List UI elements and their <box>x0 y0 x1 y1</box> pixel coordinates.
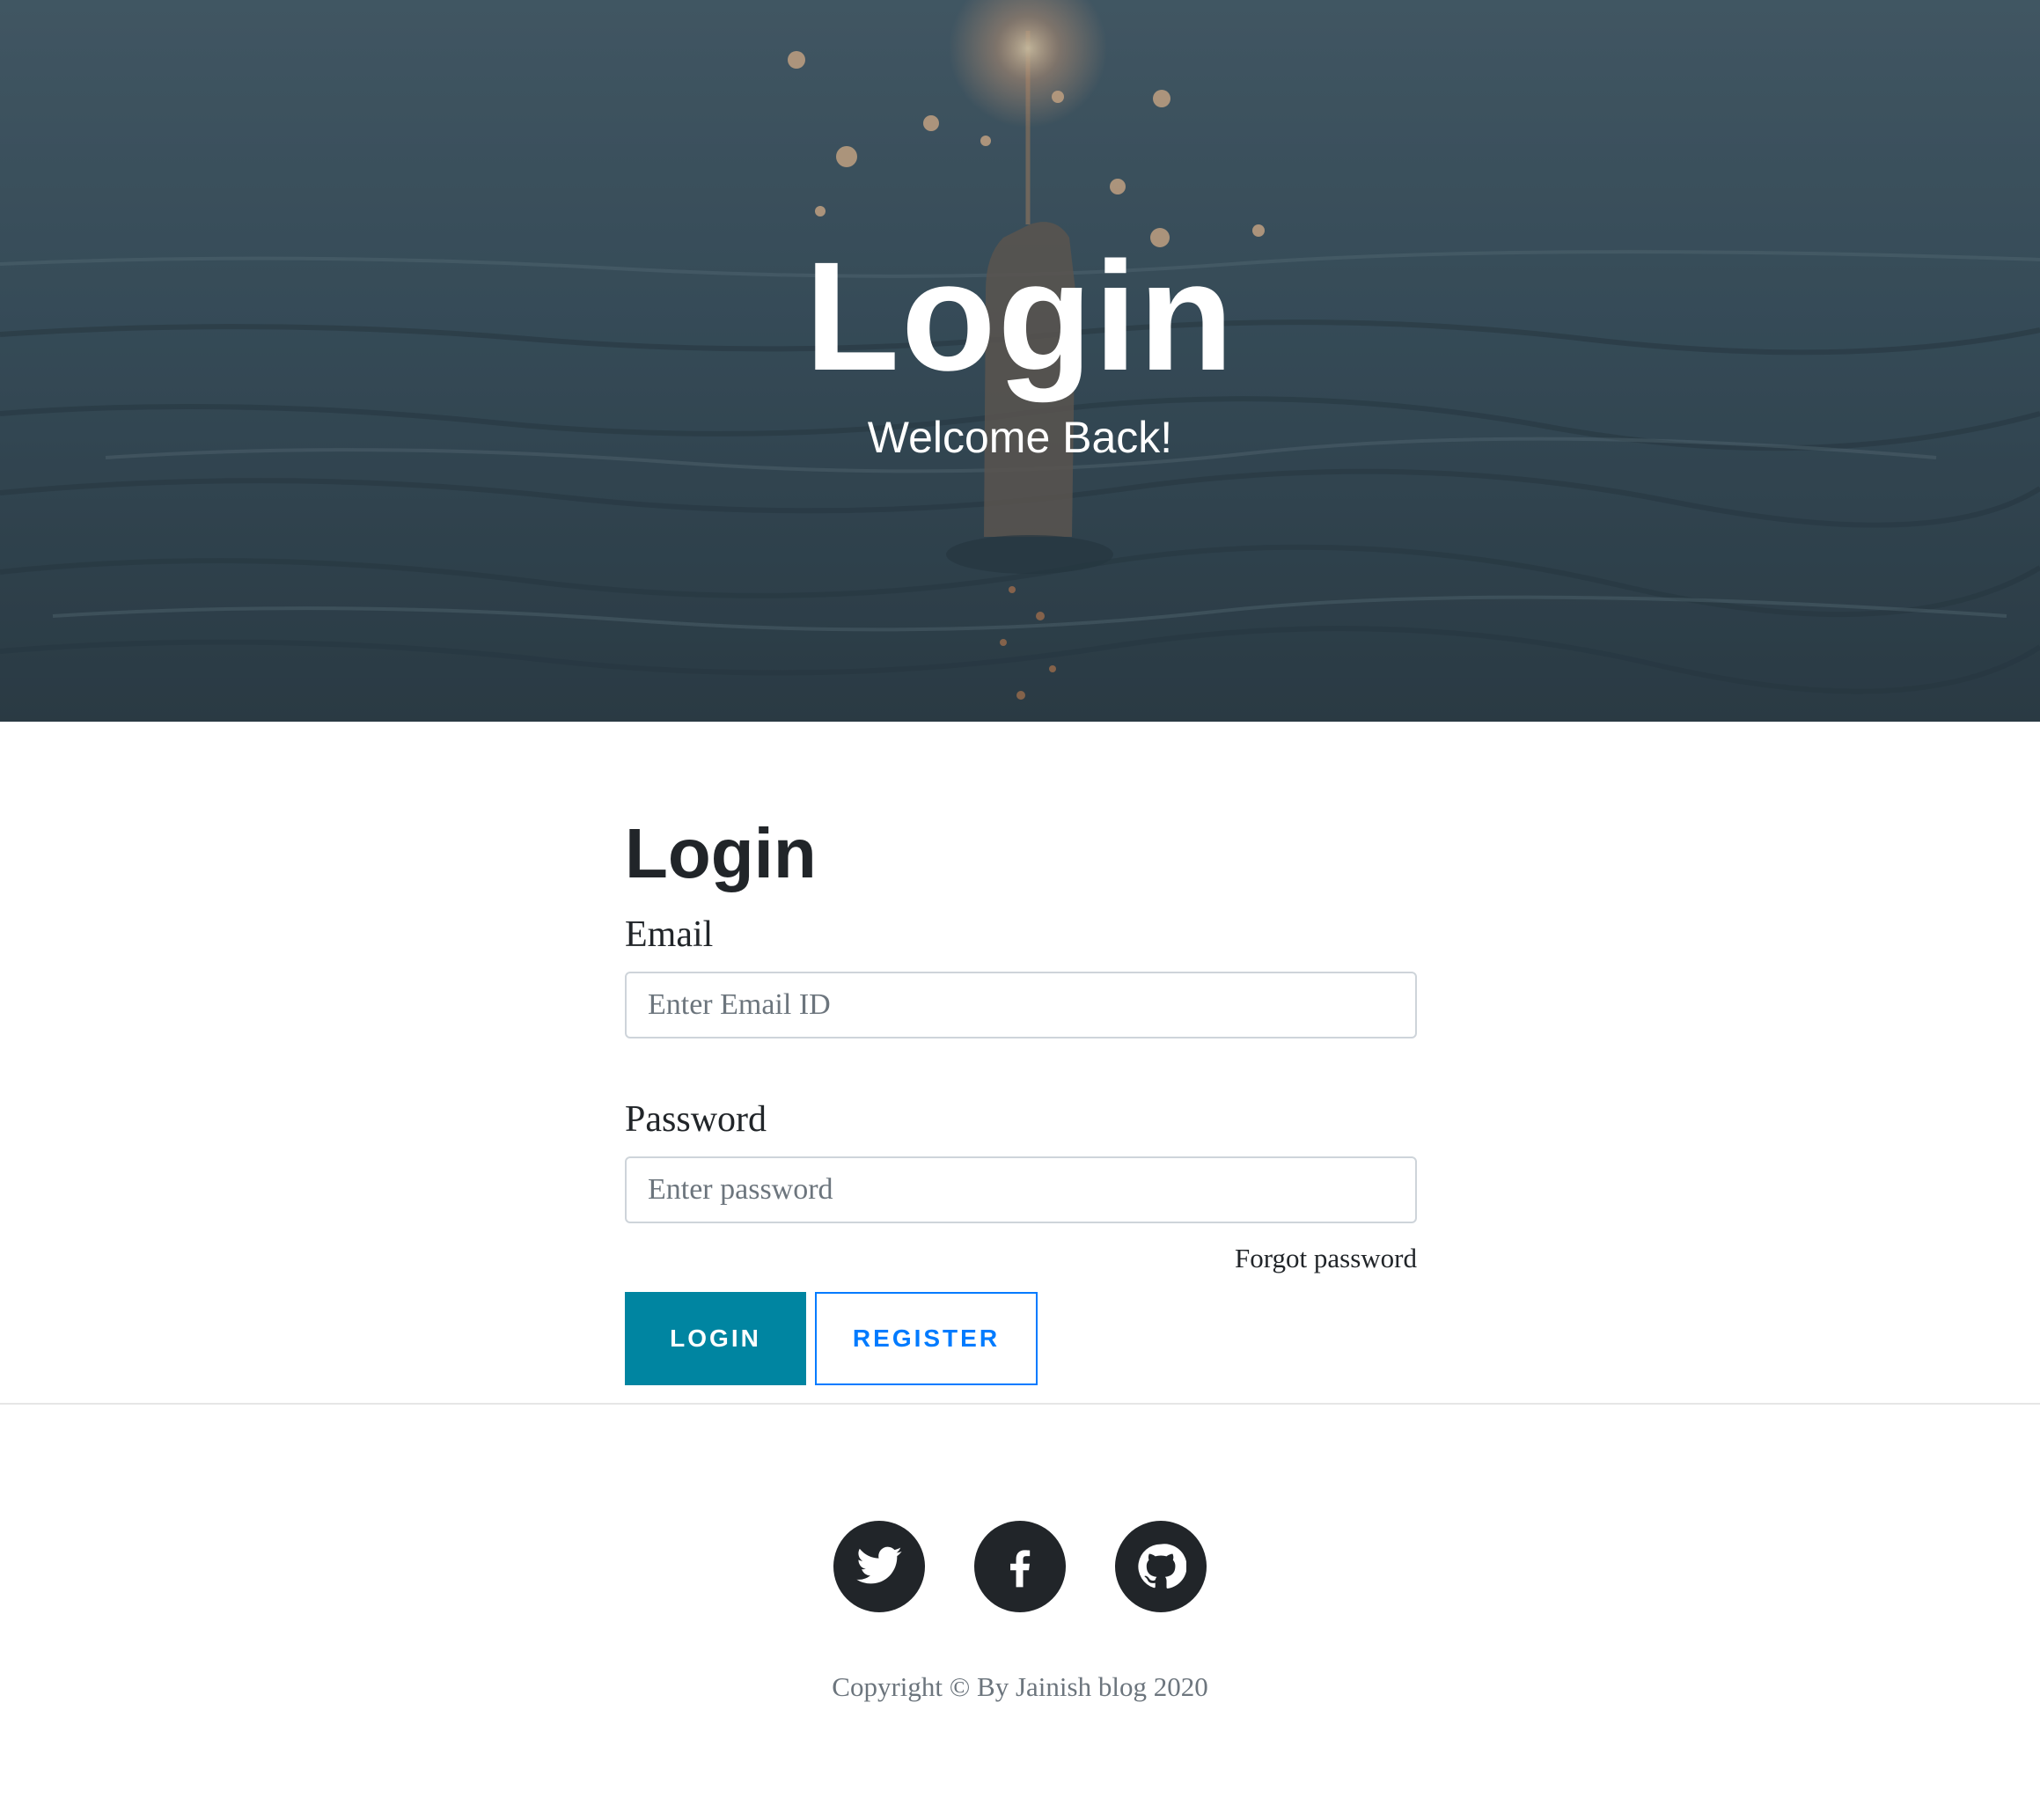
password-input[interactable] <box>625 1156 1417 1223</box>
login-form: Login Email Password Forgot password LOG… <box>625 810 1417 1385</box>
email-label: Email <box>625 914 714 955</box>
twitter-icon <box>856 1546 902 1584</box>
register-button[interactable]: REGISTER <box>815 1292 1038 1385</box>
twitter-link[interactable] <box>833 1521 925 1612</box>
password-label: Password <box>625 1099 767 1140</box>
facebook-icon <box>1010 1550 1031 1588</box>
form-title: Login <box>625 814 817 892</box>
forgot-password-link[interactable]: Forgot password <box>1235 1243 1417 1273</box>
hero-subtitle: Welcome Back! <box>867 413 1173 462</box>
github-icon <box>1138 1544 1186 1589</box>
hero-banner: Login Welcome Back! <box>0 0 2040 722</box>
github-link[interactable] <box>1115 1521 1207 1612</box>
form-actions: LOGIN REGISTER <box>625 1292 1417 1385</box>
forgot-password-row: Forgot password <box>625 1241 1417 1276</box>
footer-divider <box>0 1403 2040 1405</box>
hero-title: Login <box>804 231 1236 403</box>
facebook-link[interactable] <box>974 1521 1066 1612</box>
login-button[interactable]: LOGIN <box>625 1292 806 1385</box>
email-input[interactable] <box>625 972 1417 1038</box>
social-links <box>833 1521 1207 1612</box>
copyright-text: Copyright © By Jainish blog 2020 <box>832 1671 1208 1702</box>
